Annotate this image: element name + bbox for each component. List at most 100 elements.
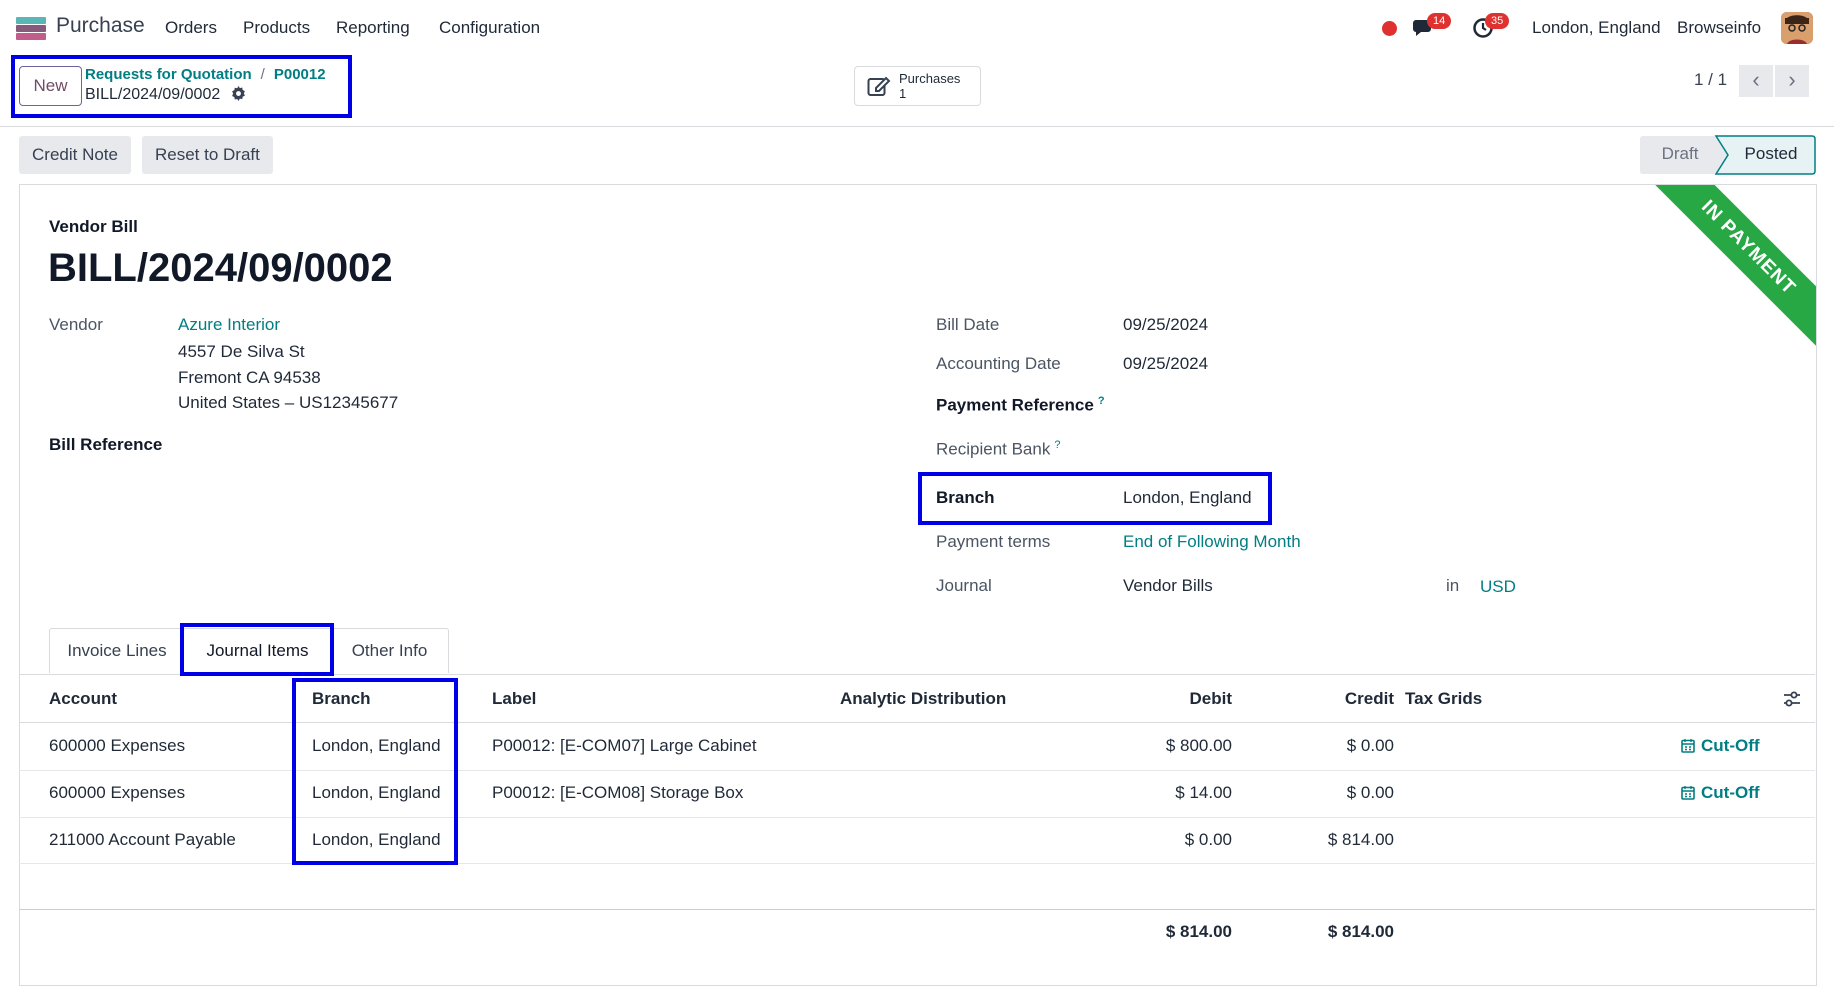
row-account: 600000 Expenses — [49, 783, 186, 802]
purchases-smart-button[interactable]: Purchases 1 — [854, 66, 981, 106]
user-menu[interactable]: Browseinfo — [1677, 18, 1761, 38]
app-name[interactable]: Purchase — [56, 14, 145, 38]
column-debit[interactable]: Debit — [1132, 689, 1233, 709]
header-divider — [19, 722, 1815, 723]
vendor-address-line1: 4557 De Silva St — [178, 342, 305, 361]
chevron-left-icon: ‹ — [1752, 67, 1760, 92]
row-branch: London, England — [312, 783, 441, 802]
tab-invoice-lines[interactable]: Invoice Lines — [49, 628, 185, 673]
breadcrumb: Requests for Quotation / P00012 — [85, 66, 326, 83]
breadcrumb-rfq[interactable]: Requests for Quotation — [85, 66, 252, 83]
credit-note-button[interactable]: Credit Note — [19, 136, 131, 174]
breadcrumb-current: BILL/2024/09/0002 — [85, 86, 246, 106]
top-navbar: Purchase Orders Products Reporting Confi… — [0, 0, 1834, 56]
gear-icon[interactable] — [231, 86, 246, 106]
help-icon[interactable]: ? — [1098, 395, 1105, 407]
new-button[interactable]: New — [19, 66, 82, 106]
column-analytic-distribution[interactable]: Analytic Distribution — [840, 689, 1006, 709]
vendor-address-line2: Fremont CA 94538 — [178, 368, 321, 387]
accounting-date-field[interactable]: 09/25/2024 — [1123, 354, 1208, 374]
tab-other-info[interactable]: Other Info — [330, 628, 449, 673]
recipient-bank-label: Recipient Bank? — [936, 439, 1060, 460]
bill-reference-label: Bill Reference — [49, 435, 163, 454]
vendor-link[interactable]: Azure Interior — [178, 315, 280, 335]
payment-terms-field[interactable]: End of Following Month — [1123, 532, 1301, 552]
accounting-date-label: Accounting Date — [936, 354, 1061, 373]
row-label: P00012: [E-COM08] Storage Box — [492, 783, 744, 802]
row-label: P00012: [E-COM07] Large Cabinet — [492, 736, 757, 755]
messages-badge: 14 — [1427, 13, 1452, 29]
vendor-address-line3: United States – US12345677 — [178, 393, 399, 412]
document-title: BILL/2024/09/0002 — [48, 246, 393, 290]
row-branch: London, England — [312, 830, 441, 849]
row-divider — [19, 770, 1815, 771]
cut-off-label: Cut-Off — [1701, 736, 1760, 755]
cut-off-button[interactable]: Cut-Off — [1681, 736, 1760, 758]
row-divider — [19, 863, 1815, 864]
stage-draft[interactable]: Draft — [1639, 135, 1721, 173]
tabs-divider — [19, 674, 1815, 675]
payment-reference-text: Payment Reference — [936, 395, 1094, 415]
app-menu-icon[interactable] — [16, 17, 46, 40]
purchases-count: 1 — [899, 86, 907, 101]
vendor-label: Vendor — [49, 315, 103, 334]
breadcrumb-po[interactable]: P00012 — [274, 66, 326, 83]
bill-date-field[interactable]: 09/25/2024 — [1123, 315, 1208, 335]
menu-orders[interactable]: Orders — [165, 18, 217, 38]
control-panel: New Requests for Quotation / P00012 BILL/2… — [0, 56, 1834, 127]
company-switcher[interactable]: London, England — [1532, 18, 1661, 38]
row-debit: $ 14.00 — [1175, 783, 1232, 802]
row-account: 211000 Account Payable — [49, 830, 236, 849]
user-avatar[interactable] — [1781, 12, 1813, 44]
row-account: 600000 Expenses — [49, 736, 186, 755]
column-account[interactable]: Account — [49, 689, 117, 709]
breadcrumb-current-label: BILL/2024/09/0002 — [85, 86, 221, 103]
chevron-right-icon: › — [1788, 67, 1796, 92]
in-payment-ribbon: IN PAYMENT — [1641, 185, 1816, 355]
purchases-label: Purchases — [899, 71, 961, 86]
activities-badge: 35 — [1485, 13, 1510, 29]
journal-field[interactable]: Vendor Bills — [1123, 576, 1213, 596]
reset-to-draft-button[interactable]: Reset to Draft — [142, 136, 273, 174]
menu-reporting[interactable]: Reporting — [336, 18, 410, 38]
document-type: Vendor Bill — [49, 217, 138, 236]
branch-field[interactable]: London, England — [1123, 488, 1252, 508]
optional-columns-icon[interactable] — [1783, 691, 1801, 712]
cut-off-label: Cut-Off — [1701, 783, 1760, 802]
calendar-icon — [1681, 785, 1695, 805]
payment-reference-label: Payment Reference? — [936, 395, 1105, 416]
tab-journal-items[interactable]: Journal Items — [183, 628, 332, 674]
branch-label: Branch — [936, 488, 995, 507]
in-label: in — [1446, 576, 1460, 595]
row-credit: $ 0.00 — [1346, 783, 1394, 802]
row-divider — [19, 817, 1815, 818]
menu-products[interactable]: Products — [243, 18, 310, 38]
form-sheet: IN PAYMENT — [19, 184, 1817, 986]
status-stages: Draft Posted — [1639, 135, 1816, 175]
pager-value[interactable]: 1 / 1 — [1694, 70, 1727, 90]
currency-field[interactable]: USD — [1480, 577, 1516, 597]
totals-divider — [19, 909, 1815, 910]
record-indicator-icon[interactable] — [1382, 21, 1397, 36]
cut-off-button[interactable]: Cut-Off — [1681, 783, 1760, 805]
row-branch: London, England — [312, 736, 441, 755]
column-credit[interactable]: Credit — [1294, 689, 1394, 709]
stage-posted[interactable]: Posted — [1727, 135, 1815, 173]
edit-icon — [867, 75, 891, 102]
row-credit: $ 0.00 — [1346, 736, 1394, 755]
row-debit: $ 0.00 — [1184, 830, 1232, 849]
pager-next-button[interactable]: › — [1775, 65, 1809, 97]
help-icon[interactable]: ? — [1054, 439, 1060, 451]
menu-configuration[interactable]: Configuration — [439, 18, 540, 38]
row-debit: $ 800.00 — [1165, 736, 1232, 755]
column-branch[interactable]: Branch — [312, 689, 371, 709]
total-debit: $ 814.00 — [1165, 922, 1232, 941]
journal-label: Journal — [936, 576, 992, 595]
calendar-icon — [1681, 738, 1695, 758]
bill-date-label: Bill Date — [936, 315, 1000, 334]
column-label[interactable]: Label — [492, 689, 536, 709]
pager-previous-button[interactable]: ‹ — [1739, 65, 1773, 97]
total-credit: $ 814.00 — [1327, 922, 1394, 941]
payment-terms-label: Payment terms — [936, 532, 1051, 551]
column-tax-grids[interactable]: Tax Grids — [1405, 689, 1482, 709]
